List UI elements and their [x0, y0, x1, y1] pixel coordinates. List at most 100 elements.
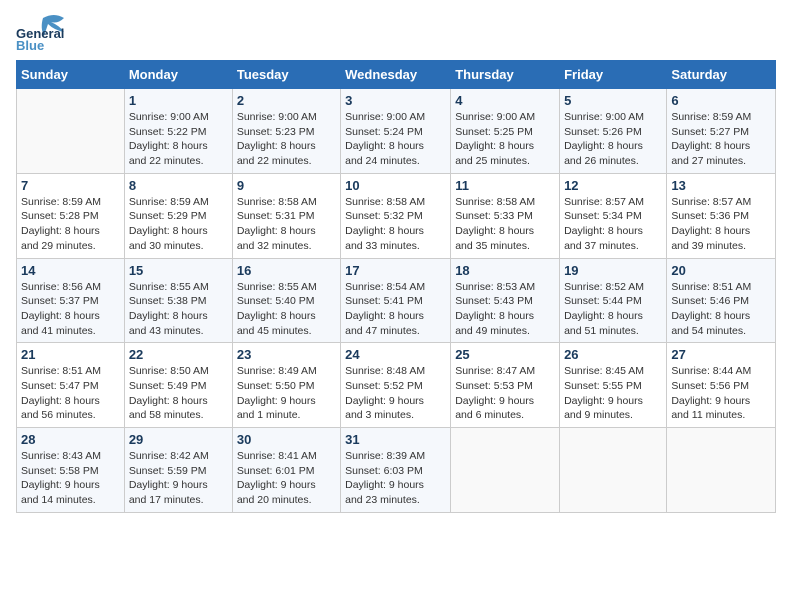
day-number: 31: [345, 432, 446, 447]
svg-text:Blue: Blue: [16, 38, 44, 52]
day-number: 10: [345, 178, 446, 193]
calendar-cell: 16 Sunrise: 8:55 AMSunset: 5:40 PMDayligh…: [232, 258, 340, 343]
day-number: 6: [671, 93, 771, 108]
column-header-monday: Monday: [124, 61, 232, 89]
day-info: Sunrise: 8:51 AMSunset: 5:47 PMDaylight:…: [21, 364, 120, 423]
logo-icon: General Blue: [16, 10, 70, 52]
calendar-cell: 19 Sunrise: 8:52 AMSunset: 5:44 PMDayligh…: [560, 258, 667, 343]
day-info: Sunrise: 8:52 AMSunset: 5:44 PMDaylight:…: [564, 280, 662, 339]
calendar-cell: 21 Sunrise: 8:51 AMSunset: 5:47 PMDayligh…: [17, 343, 125, 428]
calendar-cell: 3Sunrise: 9:00 AMSunset: 5:24 PMDaylight…: [341, 89, 451, 174]
day-info: Sunrise: 8:56 AMSunset: 5:37 PMDaylight:…: [21, 280, 120, 339]
calendar-cell: 27 Sunrise: 8:44 AMSunset: 5:56 PMDayligh…: [667, 343, 776, 428]
calendar-cell: 26 Sunrise: 8:45 AMSunset: 5:55 PMDayligh…: [560, 343, 667, 428]
week-row-2: 7 Sunrise: 8:59 AMSunset: 5:28 PMDaylight…: [17, 173, 776, 258]
day-number: 9: [237, 178, 336, 193]
day-number: 27: [671, 347, 771, 362]
calendar-cell: 30 Sunrise: 8:41 AMSunset: 6:01 PMDayligh…: [232, 428, 340, 513]
day-number: 15: [129, 263, 228, 278]
day-info: Sunrise: 8:51 AMSunset: 5:46 PMDaylight:…: [671, 280, 771, 339]
calendar-cell: 5 Sunrise: 9:00 AMSunset: 5:26 PMDaylight…: [560, 89, 667, 174]
day-number: 1: [129, 93, 228, 108]
day-number: 24: [345, 347, 446, 362]
calendar-cell: 7 Sunrise: 8:59 AMSunset: 5:28 PMDaylight…: [17, 173, 125, 258]
calendar-cell: 6 Sunrise: 8:59 AMSunset: 5:27 PMDaylight…: [667, 89, 776, 174]
day-number: 16: [237, 263, 336, 278]
day-number: 14: [21, 263, 120, 278]
column-header-saturday: Saturday: [667, 61, 776, 89]
calendar-cell: 15 Sunrise: 8:55 AMSunset: 5:38 PMDayligh…: [124, 258, 232, 343]
header: General Blue: [16, 10, 776, 52]
day-number: 30: [237, 432, 336, 447]
logo: General Blue: [16, 10, 70, 52]
calendar-cell: 20 Sunrise: 8:51 AMSunset: 5:46 PMDayligh…: [667, 258, 776, 343]
day-number: 12: [564, 178, 662, 193]
day-number: 26: [564, 347, 662, 362]
day-number: 7: [21, 178, 120, 193]
day-info: Sunrise: 8:53 AMSunset: 5:43 PMDaylight:…: [455, 280, 555, 339]
calendar-cell: 9Sunrise: 8:58 AMSunset: 5:31 PMDaylight…: [232, 173, 340, 258]
day-info: Sunrise: 8:59 AMSunset: 5:27 PMDaylight:…: [671, 110, 771, 169]
calendar-cell: [560, 428, 667, 513]
day-info: Sunrise: 8:39 AMSunset: 6:03 PMDaylight:…: [345, 449, 446, 508]
day-number: 18: [455, 263, 555, 278]
day-info: Sunrise: 9:00 AMSunset: 5:23 PMDaylight:…: [237, 110, 336, 169]
calendar-cell: 17 Sunrise: 8:54 AMSunset: 5:41 PMDayligh…: [341, 258, 451, 343]
day-info: Sunrise: 8:58 AMSunset: 5:33 PMDaylight:…: [455, 195, 555, 254]
calendar-body: 1 Sunrise: 9:00 AMSunset: 5:22 PMDaylight…: [17, 89, 776, 513]
day-info: Sunrise: 8:50 AMSunset: 5:49 PMDaylight:…: [129, 364, 228, 423]
calendar-cell: 13Sunrise: 8:57 AMSunset: 5:36 PMDayligh…: [667, 173, 776, 258]
day-number: 2: [237, 93, 336, 108]
day-number: 20: [671, 263, 771, 278]
calendar-cell: [17, 89, 125, 174]
day-info: Sunrise: 8:41 AMSunset: 6:01 PMDaylight:…: [237, 449, 336, 508]
calendar-cell: 14 Sunrise: 8:56 AMSunset: 5:37 PMDayligh…: [17, 258, 125, 343]
day-info: Sunrise: 8:55 AMSunset: 5:40 PMDaylight:…: [237, 280, 336, 339]
day-info: Sunrise: 8:43 AMSunset: 5:58 PMDaylight:…: [21, 449, 120, 508]
day-number: 5: [564, 93, 662, 108]
day-info: Sunrise: 8:57 AMSunset: 5:34 PMDaylight:…: [564, 195, 662, 254]
day-info: Sunrise: 8:44 AMSunset: 5:56 PMDaylight:…: [671, 364, 771, 423]
column-headers-row: SundayMondayTuesdayWednesdayThursdayFrid…: [17, 61, 776, 89]
calendar-cell: [451, 428, 560, 513]
calendar-cell: 1 Sunrise: 9:00 AMSunset: 5:22 PMDaylight…: [124, 89, 232, 174]
week-row-5: 28Sunrise: 8:43 AMSunset: 5:58 PMDayligh…: [17, 428, 776, 513]
calendar-cell: 22 Sunrise: 8:50 AMSunset: 5:49 PMDayligh…: [124, 343, 232, 428]
day-number: 3: [345, 93, 446, 108]
calendar-cell: 25Sunrise: 8:47 AMSunset: 5:53 PMDayligh…: [451, 343, 560, 428]
day-number: 22: [129, 347, 228, 362]
day-info: Sunrise: 8:59 AMSunset: 5:29 PMDaylight:…: [129, 195, 228, 254]
day-info: Sunrise: 8:54 AMSunset: 5:41 PMDaylight:…: [345, 280, 446, 339]
calendar-cell: 18 Sunrise: 8:53 AMSunset: 5:43 PMDayligh…: [451, 258, 560, 343]
calendar-cell: 31 Sunrise: 8:39 AMSunset: 6:03 PMDayligh…: [341, 428, 451, 513]
day-info: Sunrise: 9:00 AMSunset: 5:22 PMDaylight:…: [129, 110, 228, 169]
day-info: Sunrise: 8:48 AMSunset: 5:52 PMDaylight:…: [345, 364, 446, 423]
calendar-cell: 24 Sunrise: 8:48 AMSunset: 5:52 PMDayligh…: [341, 343, 451, 428]
day-info: Sunrise: 9:00 AMSunset: 5:26 PMDaylight:…: [564, 110, 662, 169]
day-info: Sunrise: 9:00 AMSunset: 5:25 PMDaylight:…: [455, 110, 555, 169]
week-row-3: 14 Sunrise: 8:56 AMSunset: 5:37 PMDayligh…: [17, 258, 776, 343]
day-number: 29: [129, 432, 228, 447]
day-info: Sunrise: 8:57 AMSunset: 5:36 PMDaylight:…: [671, 195, 771, 254]
day-info: Sunrise: 8:45 AMSunset: 5:55 PMDaylight:…: [564, 364, 662, 423]
calendar-table: SundayMondayTuesdayWednesdayThursdayFrid…: [16, 60, 776, 513]
calendar-cell: 29 Sunrise: 8:42 AMSunset: 5:59 PMDayligh…: [124, 428, 232, 513]
column-header-tuesday: Tuesday: [232, 61, 340, 89]
calendar-cell: 23Sunrise: 8:49 AMSunset: 5:50 PMDayligh…: [232, 343, 340, 428]
day-info: Sunrise: 8:55 AMSunset: 5:38 PMDaylight:…: [129, 280, 228, 339]
calendar-cell: 10Sunrise: 8:58 AMSunset: 5:32 PMDayligh…: [341, 173, 451, 258]
day-number: 21: [21, 347, 120, 362]
column-header-sunday: Sunday: [17, 61, 125, 89]
day-info: Sunrise: 8:49 AMSunset: 5:50 PMDaylight:…: [237, 364, 336, 423]
calendar-cell: [667, 428, 776, 513]
day-number: 17: [345, 263, 446, 278]
page-container: General Blue SundayMondayTuesdayWednesda…: [0, 0, 792, 523]
day-number: 25: [455, 347, 555, 362]
calendar-cell: 4Sunrise: 9:00 AMSunset: 5:25 PMDaylight…: [451, 89, 560, 174]
day-number: 19: [564, 263, 662, 278]
day-info: Sunrise: 8:59 AMSunset: 5:28 PMDaylight:…: [21, 195, 120, 254]
day-number: 11: [455, 178, 555, 193]
calendar-cell: 28Sunrise: 8:43 AMSunset: 5:58 PMDayligh…: [17, 428, 125, 513]
day-info: Sunrise: 8:42 AMSunset: 5:59 PMDaylight:…: [129, 449, 228, 508]
column-header-friday: Friday: [560, 61, 667, 89]
